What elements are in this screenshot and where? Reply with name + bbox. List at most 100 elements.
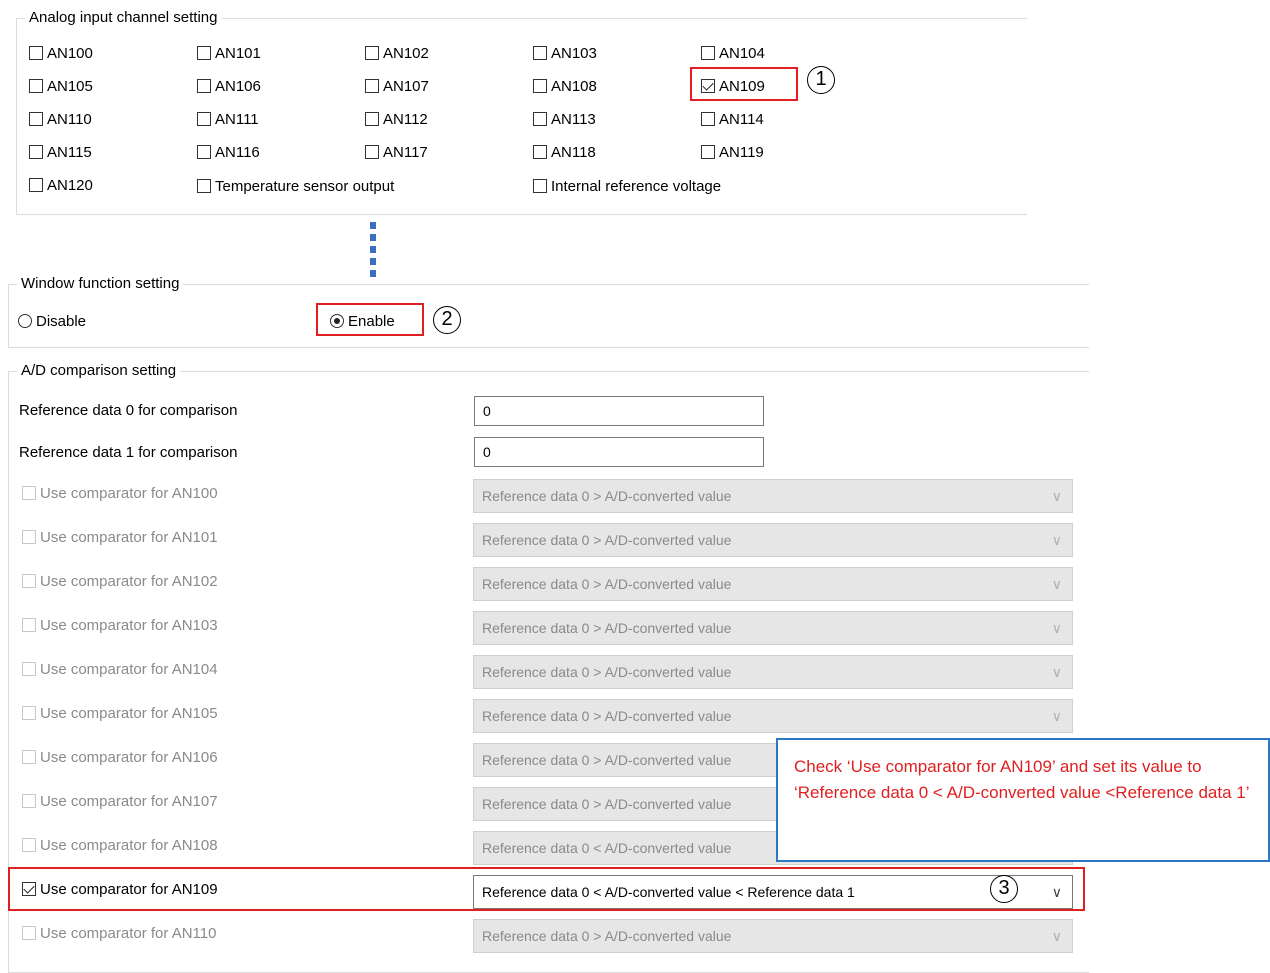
comparator-checkbox-an102[interactable]: Use comparator for AN102	[22, 571, 218, 591]
comparator-checkbox-an110[interactable]: Use comparator for AN110	[22, 923, 216, 943]
comparator-select-an101[interactable]: Reference data 0 > A/D-converted value ∨	[473, 523, 1073, 557]
channel-checkbox-an107[interactable]: AN107	[365, 76, 429, 96]
channel-checkbox-an113[interactable]: AN113	[533, 109, 596, 129]
channel-checkbox-an116[interactable]: AN116	[197, 142, 260, 162]
checkbox-box[interactable]	[22, 574, 36, 588]
reference-data-1-label: Reference data 1 for comparison	[19, 444, 238, 461]
step-3-marker: 3	[990, 875, 1018, 903]
checkbox-box[interactable]	[197, 179, 211, 193]
channel-label: AN107	[383, 77, 429, 95]
checkbox-box[interactable]	[533, 112, 547, 126]
channel-checkbox-an103[interactable]: AN103	[533, 43, 597, 63]
comparator-label: Use comparator for AN107	[40, 792, 218, 810]
checkbox-box[interactable]	[197, 145, 211, 159]
checkbox-box[interactable]	[29, 178, 43, 192]
checkbox-box[interactable]	[701, 112, 715, 126]
disable-radio[interactable]: Disable	[18, 311, 86, 331]
checkbox-box[interactable]	[29, 79, 43, 93]
channel-checkbox-an101[interactable]: AN101	[197, 43, 261, 63]
comparator-label: Use comparator for AN104	[40, 660, 218, 678]
chevron-down-icon[interactable]: ∨	[1052, 524, 1062, 556]
radio-circle[interactable]	[18, 314, 32, 328]
chevron-down-icon[interactable]: ∨	[1052, 700, 1062, 732]
channel-checkbox-an114[interactable]: AN114	[701, 109, 764, 129]
checkbox-box[interactable]	[22, 662, 36, 676]
checkbox-box[interactable]	[22, 618, 36, 632]
comparator-checkbox-an106[interactable]: Use comparator for AN106	[22, 747, 218, 767]
temperature-sensor-label: Temperature sensor output	[215, 177, 395, 195]
comparator-label: Use comparator for AN100	[40, 484, 218, 502]
channel-label: AN110	[47, 110, 92, 128]
checkbox-box[interactable]	[365, 112, 379, 126]
checkbox-box[interactable]	[701, 46, 715, 60]
channel-checkbox-an115[interactable]: AN115	[29, 142, 92, 162]
ad-comparison-title: A/D comparison setting	[17, 362, 181, 380]
comparator-label: Use comparator for AN108	[40, 836, 218, 854]
comparator-checkbox-an104[interactable]: Use comparator for AN104	[22, 659, 218, 679]
comparator-label: Use comparator for AN110	[40, 924, 217, 942]
channel-checkbox-an117[interactable]: AN117	[365, 142, 428, 162]
channel-checkbox-an120[interactable]: AN120	[29, 175, 93, 195]
checkbox-box[interactable]	[22, 838, 36, 852]
comparator-checkbox-an105[interactable]: Use comparator for AN105	[22, 703, 218, 723]
checkbox-box[interactable]	[365, 46, 379, 60]
channel-checkbox-an112[interactable]: AN112	[365, 109, 428, 129]
checkbox-box[interactable]	[22, 926, 36, 940]
checkbox-box[interactable]	[701, 145, 715, 159]
channel-checkbox-an102[interactable]: AN102	[365, 43, 429, 63]
comparator-select-an103[interactable]: Reference data 0 > A/D-converted value ∨	[473, 611, 1073, 645]
channel-checkbox-an110[interactable]: AN110	[29, 109, 92, 129]
checkbox-box[interactable]	[533, 79, 547, 93]
channel-checkbox-an108[interactable]: AN108	[533, 76, 597, 96]
channel-checkbox-an119[interactable]: AN119	[701, 142, 764, 162]
checkbox-box[interactable]	[533, 145, 547, 159]
checkbox-box[interactable]	[29, 145, 43, 159]
checkbox-box[interactable]	[22, 530, 36, 544]
internal-reference-checkbox[interactable]: Internal reference voltage	[533, 176, 721, 196]
reference-data-1-input[interactable]: 0	[474, 437, 764, 467]
checkbox-box[interactable]	[365, 79, 379, 93]
reference-data-0-input[interactable]: 0	[474, 396, 764, 426]
checkbox-box[interactable]	[533, 179, 547, 193]
chevron-down-icon[interactable]: ∨	[1052, 480, 1062, 512]
checkbox-box[interactable]	[22, 706, 36, 720]
checkbox-box[interactable]	[22, 486, 36, 500]
checkbox-box[interactable]	[365, 145, 379, 159]
chevron-down-icon[interactable]: ∨	[1052, 568, 1062, 600]
channel-checkbox-an100[interactable]: AN100	[29, 43, 93, 63]
temperature-sensor-checkbox[interactable]: Temperature sensor output	[197, 176, 394, 196]
checkbox-box[interactable]	[22, 750, 36, 764]
channel-label: AN101	[215, 44, 261, 62]
comparator-checkbox-an108[interactable]: Use comparator for AN108	[22, 835, 218, 855]
comparator-checkbox-an107[interactable]: Use comparator for AN107	[22, 791, 218, 811]
comparator-checkbox-an100[interactable]: Use comparator for AN100	[22, 483, 218, 503]
checkbox-box[interactable]	[197, 112, 211, 126]
checkbox-box[interactable]	[197, 79, 211, 93]
internal-reference-label: Internal reference voltage	[551, 177, 722, 195]
chevron-down-icon[interactable]: ∨	[1052, 612, 1062, 644]
comparator-select-an105[interactable]: Reference data 0 > A/D-converted value ∨	[473, 699, 1073, 733]
ellipsis-connector	[370, 222, 376, 282]
checkbox-box[interactable]	[29, 112, 43, 126]
checkbox-box[interactable]	[197, 46, 211, 60]
comparator-select-an100[interactable]: Reference data 0 > A/D-converted value ∨	[473, 479, 1073, 513]
comparator-checkbox-an103[interactable]: Use comparator for AN103	[22, 615, 218, 635]
channel-checkbox-an106[interactable]: AN106	[197, 76, 261, 96]
checkbox-box[interactable]	[22, 794, 36, 808]
channel-checkbox-an118[interactable]: AN118	[533, 142, 596, 162]
window-function-group: Window function setting	[8, 275, 1089, 348]
select-value: Reference data 0 > A/D-converted value	[482, 488, 732, 504]
comparator-select-an104[interactable]: Reference data 0 > A/D-converted value ∨	[473, 655, 1073, 689]
chevron-down-icon[interactable]: ∨	[1052, 656, 1062, 688]
checkbox-box[interactable]	[533, 46, 547, 60]
comparator-select-an102[interactable]: Reference data 0 > A/D-converted value ∨	[473, 567, 1073, 601]
comparator-select-an110[interactable]: Reference data 0 > A/D-converted value ∨	[473, 919, 1073, 953]
channel-label: AN120	[47, 176, 93, 194]
comparator-checkbox-an101[interactable]: Use comparator for AN101	[22, 527, 218, 547]
checkbox-box[interactable]	[29, 46, 43, 60]
channel-checkbox-an104[interactable]: AN104	[701, 43, 765, 63]
channel-checkbox-an105[interactable]: AN105	[29, 76, 93, 96]
chevron-down-icon[interactable]: ∨	[1052, 920, 1062, 952]
channel-checkbox-an111[interactable]: AN111	[197, 109, 259, 129]
select-value: Reference data 0 > A/D-converted value	[482, 708, 732, 724]
